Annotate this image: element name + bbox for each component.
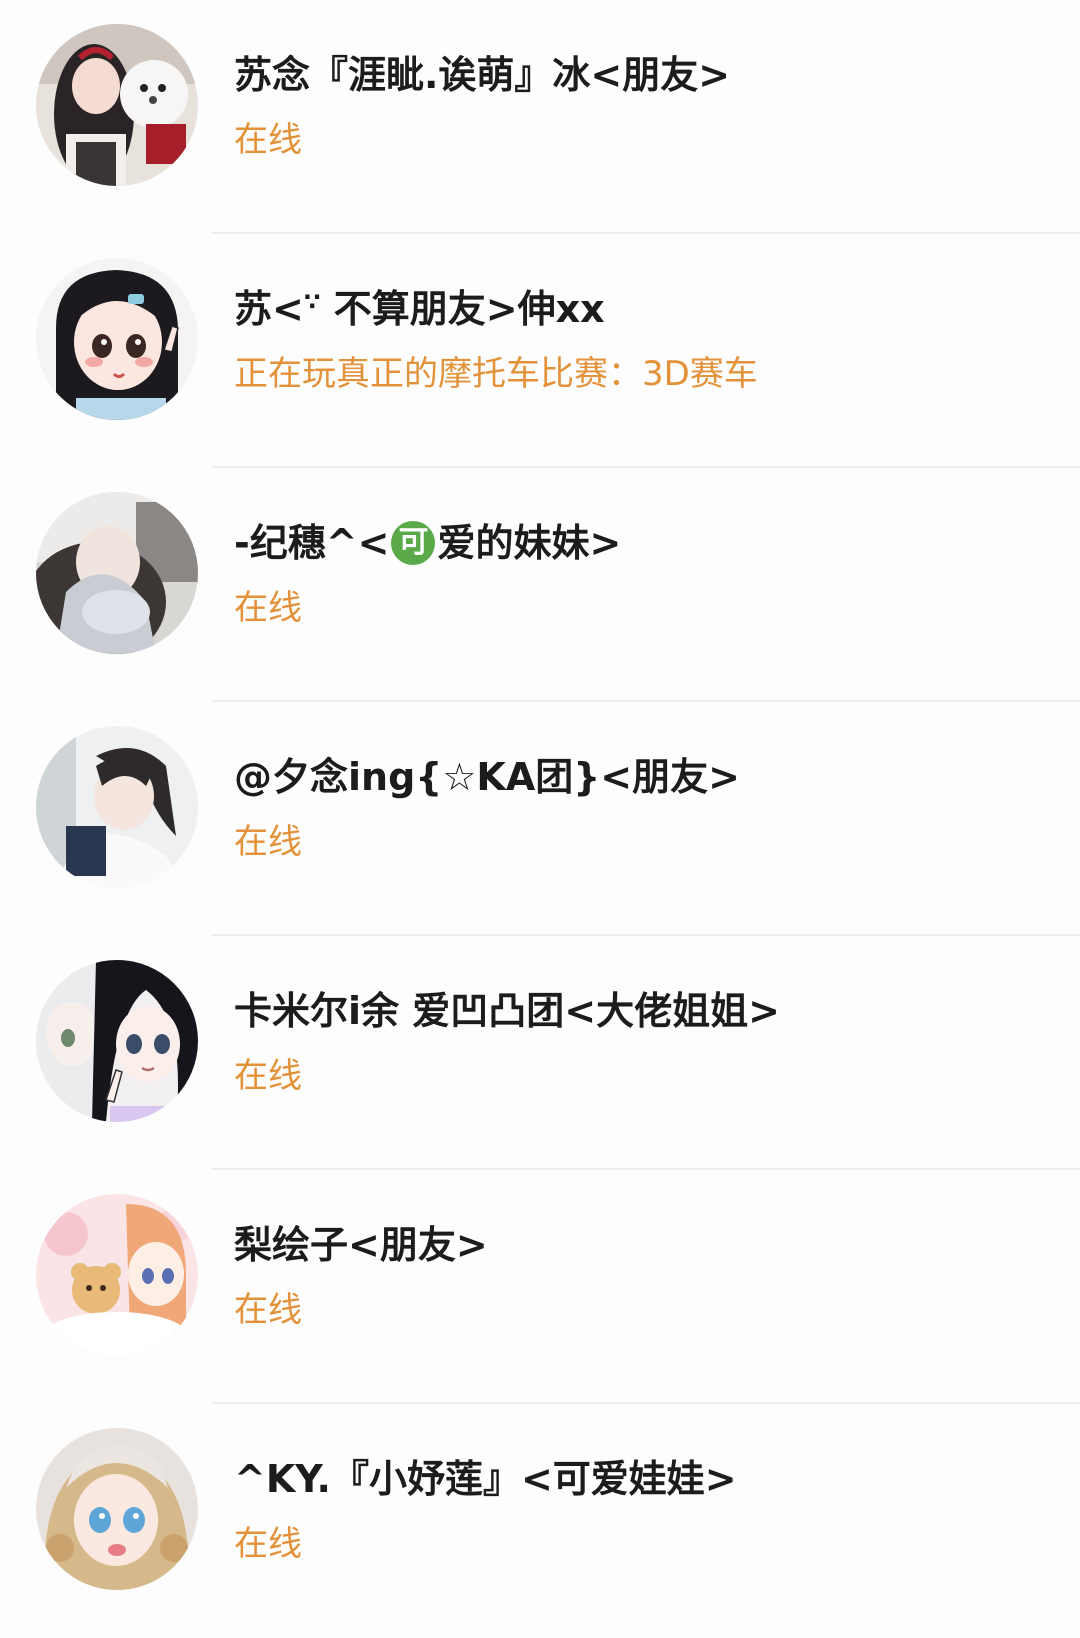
friend-status: 正在玩真正的摩托车比赛：3D赛车 (234, 354, 758, 394)
cartoon-girl-peace-sign-icon[interactable] (36, 258, 198, 420)
friend-list: 苏念『涯眦.诶萌』冰<朋友> 在线 苏<∵ 不算朋友>伸xx 正在玩真正的摩托车… (0, 0, 1080, 1590)
friend-row[interactable]: 卡米尔i余 爱凹凸团<大佬姐姐> 在线 (0, 936, 1080, 1170)
friend-status: 在线 (234, 1056, 302, 1096)
friend-status: 在线 (234, 1524, 302, 1564)
friend-name: 梨绘子<朋友> (234, 1223, 488, 1267)
friend-name: 苏念『涯眦.诶萌』冰<朋友> (234, 53, 731, 97)
friend-row[interactable]: 苏念『涯眦.诶萌』冰<朋友> 在线 (0, 0, 1080, 234)
girl-with-white-dog-photo-icon[interactable] (36, 24, 198, 186)
friend-name: 卡米尔i余 爱凹凸团<大佬姐姐> (234, 989, 780, 1033)
friend-name: -纪穗^< 可爱的妹妹> (234, 518, 621, 568)
friend-name-part: -纪穗^< (234, 521, 390, 565)
friend-row[interactable]: 梨绘子<朋友> 在线 (0, 1170, 1080, 1404)
friend-row[interactable]: @夕念ing{☆KA团}<朋友> 在线 (0, 702, 1080, 936)
green-badge-icon: 可 (391, 520, 436, 565)
friend-name-part: 苏< (234, 287, 304, 331)
friend-name: 苏<∵ 不算朋友>伸xx (234, 284, 605, 339)
doll-blonde-curls-icon[interactable] (36, 1428, 198, 1590)
anime-girl-teddy-bear-pink-icon[interactable] (36, 1194, 198, 1356)
friend-status: 在线 (234, 822, 302, 862)
friend-row[interactable]: ^KY.『小妤莲』<可爱娃娃> 在线 (0, 1404, 1080, 1638)
kaomoji-eyes-icon: ∵ (303, 288, 321, 316)
girl-covering-face-photo-icon[interactable] (36, 492, 198, 654)
friend-name-part: 爱的妹妹> (437, 521, 622, 565)
friend-status: 在线 (234, 1290, 302, 1330)
friend-row[interactable]: -纪穗^< 可爱的妹妹> 在线 (0, 468, 1080, 702)
friend-name: @夕念ing{☆KA团}<朋友> (234, 755, 740, 799)
friend-name-part: 不算朋友>伸xx (320, 287, 605, 331)
girl-ponytail-photo-icon[interactable] (36, 726, 198, 888)
friend-row[interactable]: 苏<∵ 不算朋友>伸xx 正在玩真正的摩托车比赛：3D赛车 (0, 234, 1080, 468)
friend-name: ^KY.『小妤莲』<可爱娃娃> (234, 1457, 737, 1501)
friend-status: 在线 (234, 588, 302, 628)
friend-status: 在线 (234, 120, 302, 160)
anime-twins-black-white-hair-icon[interactable] (36, 960, 198, 1122)
